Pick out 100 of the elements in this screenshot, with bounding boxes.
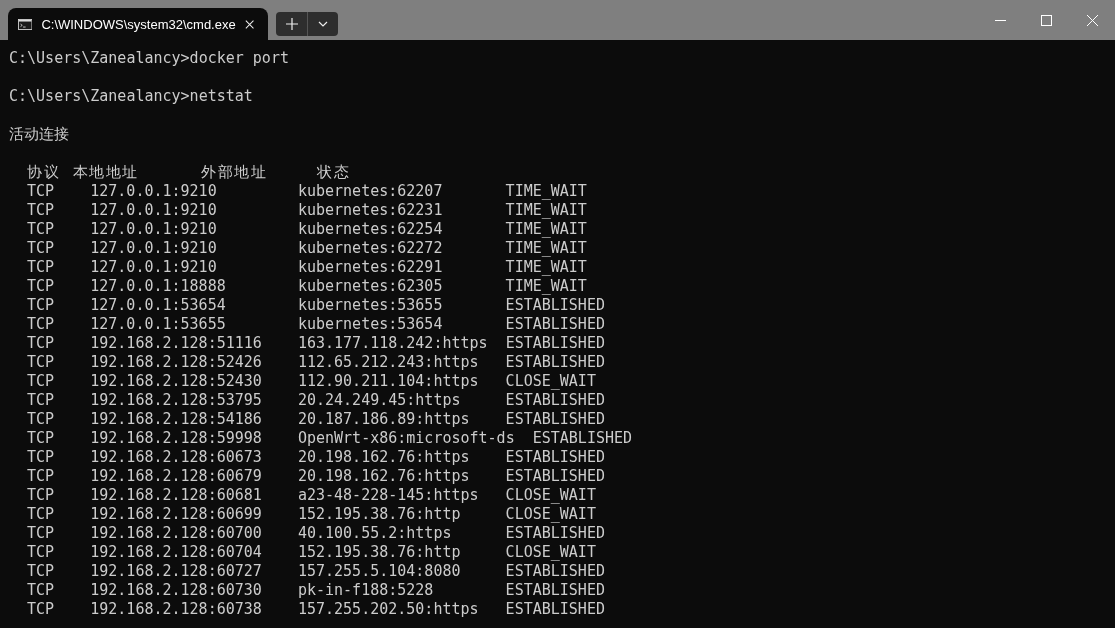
table-cell: ESTABLISHED [505, 315, 605, 334]
table-cell-text: TCP [27, 486, 56, 505]
column-header-line: 协议 本地地址 外部地址 状态 [27, 163, 351, 182]
table-cell: ESTABLISHED [505, 581, 605, 600]
table-cell-text: TCP [27, 562, 56, 581]
table-cell-text: TCP [27, 353, 56, 372]
table-cell-text: 127.0.0.1:9210 [90, 201, 218, 220]
table-cell-text: kubernetes:53655 [297, 296, 444, 315]
table-cell-text: 192.168.2.128:54186 [90, 410, 263, 429]
table-cell-text: 157.255.202.50:https [297, 600, 480, 619]
table-cell-text: kubernetes:62305 [297, 277, 444, 296]
table-cell: TIME_WAIT [505, 239, 587, 258]
table-cell-text: 127.0.0.1:9210 [90, 239, 218, 258]
caret-icon [318, 21, 328, 27]
table-cell: CLOSE_WAIT [505, 543, 596, 562]
command-line: C:\Users\Zanealancy>docker port [9, 49, 289, 67]
table-cell-text: 127.0.0.1:18888 [90, 277, 227, 296]
table-cell-text: 20.198.162.76:https [297, 448, 471, 467]
table-cell-text: TCP [27, 505, 56, 524]
table-cell-text: 152.195.38.76:http [297, 543, 462, 562]
table-cell-text: TCP [27, 239, 56, 258]
table-cell-text: 192.168.2.128:60679 [90, 467, 263, 486]
table-cell-text: 127.0.0.1:53655 [90, 315, 227, 334]
table-cell-text: 192.168.2.128:60700 [90, 524, 263, 543]
table-cell-text: TCP [27, 220, 56, 239]
table-cell-text: TCP [27, 543, 56, 562]
close-tab-icon[interactable] [244, 18, 254, 30]
table-cell-text: 192.168.2.128:52426 [90, 353, 263, 372]
table-cell-text: a23-48-228-145:https [297, 486, 480, 505]
table-cell: TIME_WAIT [505, 182, 587, 201]
table-cell: CLOSE_WAIT [505, 372, 596, 391]
command-line: C:\Users\Zanealancy>netstat [9, 87, 253, 105]
terminal-tab[interactable]: C:\WINDOWS\system32\cmd.exe [8, 8, 268, 40]
table-cell-text: pk-in-f188:5228 [297, 581, 435, 600]
table-cell-text: TCP [27, 182, 56, 201]
table-cell-text: 192.168.2.128:51116 [90, 334, 263, 353]
table-cell-text: 192.168.2.128:60699 [90, 505, 263, 524]
output-heading: 活动连接 [9, 125, 69, 143]
table-cell-text: TCP [27, 201, 56, 220]
table-cell-text: TCP [27, 258, 56, 277]
table-cell-text: kubernetes:53654 [297, 315, 444, 334]
table-cell-text: 152.195.38.76:http [297, 505, 462, 524]
table-cell-text: kubernetes:62291 [297, 258, 444, 277]
table-cell: TIME_WAIT [505, 201, 587, 220]
table-cell: CLOSE_WAIT [505, 505, 596, 524]
table-cell-text: 157.255.5.104:8080 [297, 562, 462, 581]
table-cell-text: TCP [27, 467, 56, 486]
table-cell: TIME_WAIT [505, 277, 587, 296]
close-icon [1086, 14, 1098, 26]
table-cell: ESTABLISHED [505, 353, 605, 372]
table-cell: TIME_WAIT [505, 258, 587, 277]
table-cell-text: TCP [27, 429, 56, 448]
table-cell: ESTABLISHED [505, 334, 605, 353]
table-cell: 163.177.118.242:https [297, 334, 488, 353]
table-cell-text: TCP [27, 448, 56, 467]
table-cell: ESTABLISHED [505, 562, 605, 581]
table-cell: ESTABLISHED [505, 448, 605, 467]
table-cell: ESTABLISHED [505, 391, 605, 410]
maximize-icon [1040, 14, 1052, 26]
table-cell: ESTABLISHED [505, 524, 605, 543]
table-cell-text: 192.168.2.128:60673 [90, 448, 263, 467]
table-cell-text: TCP [27, 581, 56, 600]
table-cell-text: kubernetes:62272 [297, 239, 444, 258]
table-cell: TIME_WAIT [505, 220, 587, 239]
table-cell-text: 112.65.212.243:https [297, 353, 480, 372]
table-cell-text: TCP [27, 410, 56, 429]
table-cell-text: 192.168.2.128:60730 [90, 581, 263, 600]
table-cell-text: TCP [27, 391, 56, 410]
plus-icon [285, 18, 298, 30]
table-cell-text: 192.168.2.128:59998 [90, 429, 263, 448]
table-cell-text: 127.0.0.1:53654 [90, 296, 227, 315]
table-cell-text: TCP [27, 372, 56, 391]
table-cell-text: 192.168.2.128:60681 [90, 486, 263, 505]
table-cell-text: kubernetes:62207 [297, 182, 444, 201]
table-cell: ESTABLISHED [532, 429, 633, 448]
table-cell-text: TCP [27, 277, 56, 296]
table-cell-text: 20.198.162.76:https [297, 467, 471, 486]
table-cell-text: 127.0.0.1:9210 [90, 258, 218, 277]
table-cell-text: 20.24.249.45:https [297, 391, 462, 410]
table-cell-text: 127.0.0.1:9210 [90, 182, 218, 201]
table-cell-text: kubernetes:62231 [297, 201, 444, 220]
table-cell: ESTABLISHED [505, 467, 605, 486]
table-cell-text: 192.168.2.128:60704 [90, 543, 263, 562]
table-cell-text: TCP [27, 600, 56, 619]
console-icon [18, 17, 33, 31]
table-cell: CLOSE_WAIT [505, 486, 596, 505]
table-cell-text: 192.168.2.128:60738 [90, 600, 263, 619]
table-cell-text: 20.187.186.89:https [297, 410, 471, 429]
table-cell-text: TCP [27, 334, 56, 353]
table-cell: ESTABLISHED [505, 296, 605, 315]
table-cell-text: TCP [27, 524, 56, 543]
table-cell-text: TCP [27, 315, 56, 334]
table-cell-text: 40.100.55.2:https [297, 524, 453, 543]
table-cell-text: 112.90.211.104:https [297, 372, 480, 391]
table-cell-text: kubernetes:62254 [297, 220, 444, 239]
table-cell-text: TCP [27, 296, 56, 315]
table-cell-text: 192.168.2.128:60727 [90, 562, 263, 581]
table-cell-text: 127.0.0.1:9210 [90, 220, 218, 239]
table-cell-text: 192.168.2.128:53795 [90, 391, 263, 410]
tab-title: C:\WINDOWS\system32\cmd.exe [41, 16, 236, 32]
